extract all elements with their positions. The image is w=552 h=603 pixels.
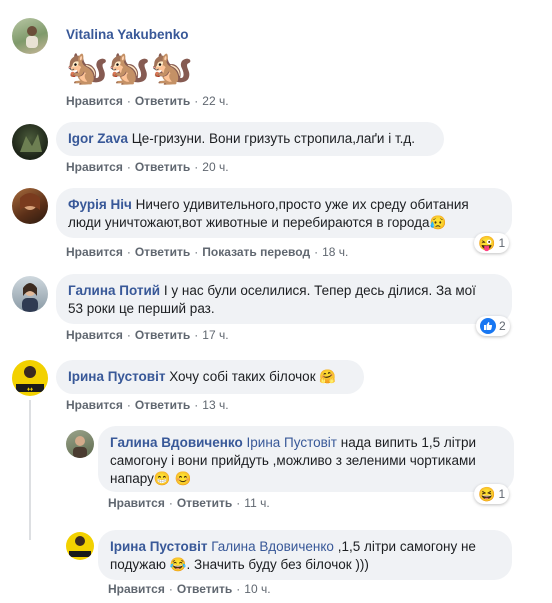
- profile-photo: ♦♦: [16, 366, 44, 393]
- haha-reaction-icon: 😆: [478, 485, 496, 502]
- profile-photo: [26, 26, 38, 48]
- sad-face-icon: 😥: [429, 215, 447, 230]
- reply-button[interactable]: Ответить: [135, 94, 190, 108]
- haha-reaction-icon: 😜: [478, 234, 496, 251]
- reaction-count: 1: [498, 236, 506, 250]
- avatar[interactable]: ♦♦: [12, 360, 48, 396]
- like-button[interactable]: Нравится: [66, 160, 123, 174]
- comment-text-line: І у нас були оселилися. Тепер десь ділис…: [163, 283, 476, 298]
- reply-text-line: подужаю: [110, 557, 166, 572]
- like-button[interactable]: Нравится: [66, 94, 123, 108]
- reply-text-line: самогону і вони прийдуть ,можливо з зеле…: [110, 453, 476, 468]
- mention-link[interactable]: Ірина Пустовіт: [247, 435, 337, 450]
- avatar[interactable]: [12, 188, 48, 224]
- comment-author[interactable]: Ірина Пустовіт: [68, 369, 165, 384]
- comment-actions: Нравится · Ответить · 13 ч.: [66, 398, 229, 412]
- reply-time[interactable]: 11 ч.: [244, 496, 269, 510]
- hugging-face-icon: 🤗: [319, 369, 337, 384]
- reply-actions: Нравится · Ответить · 11 ч.: [108, 496, 270, 510]
- reaction-count: 2: [499, 319, 506, 333]
- thread-connector: [29, 400, 31, 540]
- profile-photo: [20, 193, 40, 210]
- like-reaction-icon: [480, 318, 496, 334]
- reply-button[interactable]: Ответить: [177, 582, 232, 596]
- reply-time[interactable]: 10 ч.: [244, 582, 270, 596]
- like-button[interactable]: Нравится: [108, 496, 165, 510]
- comment-actions: Нравится · Ответить · 17 ч.: [66, 328, 229, 342]
- squirrel-emojis: 🐿️🐿️🐿️: [66, 48, 193, 88]
- comment-author[interactable]: Фурія Ніч: [68, 197, 132, 212]
- reaction-badge[interactable]: 😆 1: [474, 484, 510, 504]
- comment-time[interactable]: 20 ч.: [202, 160, 228, 174]
- reaction-badge[interactable]: 2: [476, 316, 510, 336]
- profile-photo: [22, 283, 38, 312]
- like-button[interactable]: Нравится: [108, 582, 165, 596]
- avatar[interactable]: [12, 18, 48, 54]
- reply-text-line: . Значить буду без білочок ))): [186, 557, 369, 572]
- comment-actions: Нравится · Ответить · 20 ч.: [66, 160, 229, 174]
- comment-text: Хочу собі таких білочок: [169, 369, 316, 384]
- profile-photo: [73, 436, 87, 458]
- squirrel-icon: 🐿️: [108, 49, 151, 87]
- smiling-face-icon: 😊: [174, 471, 192, 486]
- laughing-crying-icon: 😂: [169, 557, 187, 572]
- comment-time[interactable]: 22 ч.: [202, 94, 228, 108]
- comment-bubble: Ірина Пустовіт Хочу собі таких білочок 🤗: [56, 360, 364, 394]
- avatar[interactable]: [12, 124, 48, 160]
- reply-button[interactable]: Ответить: [135, 398, 190, 412]
- squirrel-icon: 🐿️: [66, 49, 109, 87]
- translate-button[interactable]: Показать перевод: [202, 245, 310, 259]
- svg-text:♦♦: ♦♦: [27, 387, 33, 393]
- comment-text-line: Ничего удивительного,просто уже их среду…: [135, 197, 469, 212]
- reply-button[interactable]: Ответить: [177, 496, 232, 510]
- like-button[interactable]: Нравится: [66, 398, 123, 412]
- comment-bubble: Галина Потий І у нас були оселилися. Теп…: [56, 274, 512, 324]
- comment-text: Це-гризуни. Вони гризуть стропила,лаґи і…: [131, 131, 416, 146]
- comment-actions: Нравится · Ответить · 22 ч.: [66, 94, 229, 108]
- avatar[interactable]: [66, 532, 94, 560]
- comment-time[interactable]: 18 ч.: [322, 245, 348, 259]
- grinning-face-icon: 😁: [153, 471, 171, 486]
- avatar[interactable]: [12, 276, 48, 312]
- reply-text-line: напару: [110, 471, 154, 486]
- reply-author[interactable]: Галина Вдовиченко: [110, 435, 243, 450]
- comment-time[interactable]: 17 ч.: [202, 328, 228, 342]
- comment-author[interactable]: Vitalina Yakubenko: [66, 27, 189, 42]
- comment-text-line: 53 роки це перший раз.: [68, 301, 215, 316]
- like-button[interactable]: Нравится: [66, 245, 123, 259]
- comment-text-line: люди уничтожают,вот животные и перебираю…: [68, 215, 430, 230]
- like-button[interactable]: Нравится: [66, 328, 123, 342]
- comment-author[interactable]: Igor Zava: [68, 131, 128, 146]
- comment-bubble: Фурія Ніч Ничего удивительного,просто уж…: [56, 188, 512, 238]
- reply-button[interactable]: Ответить: [135, 160, 190, 174]
- squirrel-icon: 🐿️: [150, 49, 194, 87]
- comment-author[interactable]: Галина Потий: [68, 283, 160, 298]
- reply-actions: Нравится · Ответить · 10 ч.: [108, 582, 271, 596]
- reply-bubble: Галина Вдовиченко Ірина Пустовіт нада ви…: [98, 426, 514, 492]
- reaction-badge[interactable]: 😜 1: [474, 233, 510, 253]
- reply-text-line: нада випить 1,5 літри: [340, 435, 477, 450]
- profile-photo: [20, 134, 42, 152]
- reply-text-line: ,1,5 літри самогону не: [337, 539, 476, 554]
- reply-button[interactable]: Ответить: [135, 245, 190, 259]
- reply-bubble: Ірина Пустовіт Галина Вдовиченко ,1,5 лі…: [98, 530, 512, 580]
- avatar[interactable]: [66, 430, 94, 458]
- comment-time[interactable]: 13 ч.: [202, 398, 228, 412]
- comment-actions: Нравится · Ответить · Показать перевод · 18 ч.: [66, 245, 349, 259]
- reply-button[interactable]: Ответить: [135, 328, 190, 342]
- reply-author[interactable]: Ірина Пустовіт: [110, 539, 207, 554]
- comment-bubble: Igor Zava Це-гризуни. Вони гризуть строп…: [56, 122, 444, 156]
- comment-bubble: Vitalina Yakubenko: [66, 18, 189, 44]
- profile-photo: [69, 536, 91, 557]
- mention-link[interactable]: Галина Вдовиченко: [211, 539, 334, 554]
- reaction-count: 1: [498, 487, 506, 501]
